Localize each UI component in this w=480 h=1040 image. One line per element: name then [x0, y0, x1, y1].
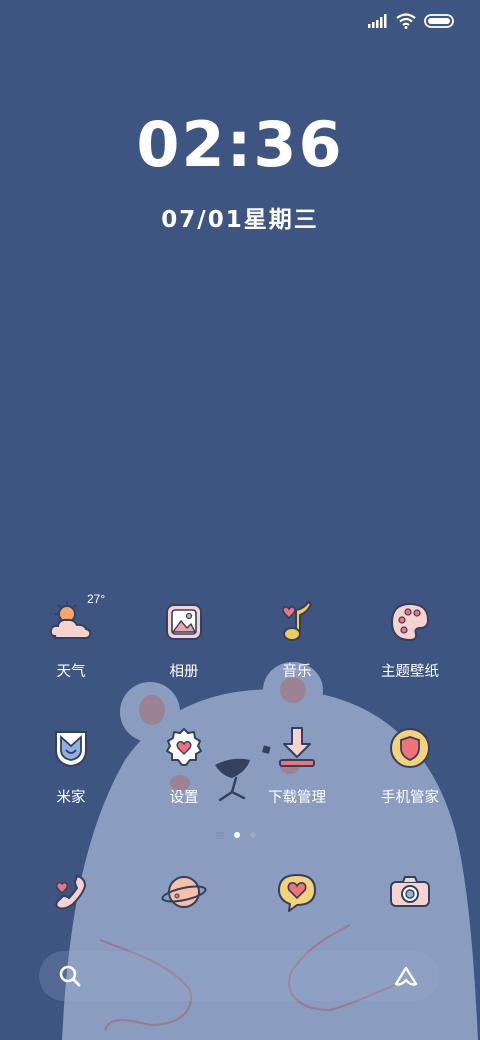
- search-bar[interactable]: [39, 951, 439, 1001]
- page-indicator[interactable]: [216, 831, 256, 839]
- app-label: 主题壁纸: [381, 664, 439, 680]
- app-label: 米家: [56, 790, 86, 806]
- search-icon[interactable]: [59, 965, 81, 987]
- app-label: 设置: [169, 790, 199, 806]
- app-weather[interactable]: 27° 天气: [16, 592, 126, 681]
- phone-icon: [55, 875, 86, 910]
- camera-icon: [390, 876, 430, 907]
- wifi-icon: [396, 13, 416, 29]
- theme-icon: [390, 602, 430, 642]
- app-settings[interactable]: 设置: [129, 724, 239, 807]
- app-music[interactable]: 音乐: [242, 598, 352, 681]
- page-dot: [250, 832, 256, 838]
- security-icon: [390, 728, 430, 768]
- assistant-icon[interactable]: [393, 964, 419, 988]
- dock-phone[interactable]: [16, 868, 126, 916]
- status-bar: [368, 10, 454, 32]
- app-themes[interactable]: 主题壁纸: [355, 598, 465, 681]
- gallery-icon: [166, 604, 202, 640]
- app-label: 天气: [56, 664, 86, 680]
- mijia-icon: [55, 731, 87, 768]
- signal-icon: [368, 14, 387, 28]
- lock-clock: 02:36: [136, 108, 344, 181]
- dock-messages[interactable]: [242, 868, 352, 916]
- dock-browser[interactable]: [129, 868, 239, 916]
- app-label: 下载管理: [268, 790, 326, 806]
- settings-icon: [166, 728, 202, 766]
- menu-lines-icon: [216, 832, 224, 839]
- download-icon: [279, 727, 315, 767]
- page-dot-active: [234, 832, 240, 838]
- app-gallery[interactable]: 相册: [129, 598, 239, 681]
- app-label: 音乐: [282, 664, 312, 680]
- browser-icon: [161, 876, 207, 908]
- music-icon: [282, 601, 312, 641]
- lock-date: 07/01星期三: [161, 207, 319, 233]
- app-downloads[interactable]: 下载管理: [242, 724, 352, 807]
- app-mijia[interactable]: 米家: [16, 724, 126, 807]
- app-label: 相册: [169, 664, 199, 680]
- messages-icon: [278, 874, 316, 912]
- app-label: 手机管家: [381, 790, 439, 806]
- app-security[interactable]: 手机管家: [355, 724, 465, 807]
- dock-camera[interactable]: [355, 868, 465, 916]
- battery-icon: [424, 14, 454, 28]
- weather-temperature: 27°: [87, 592, 106, 606]
